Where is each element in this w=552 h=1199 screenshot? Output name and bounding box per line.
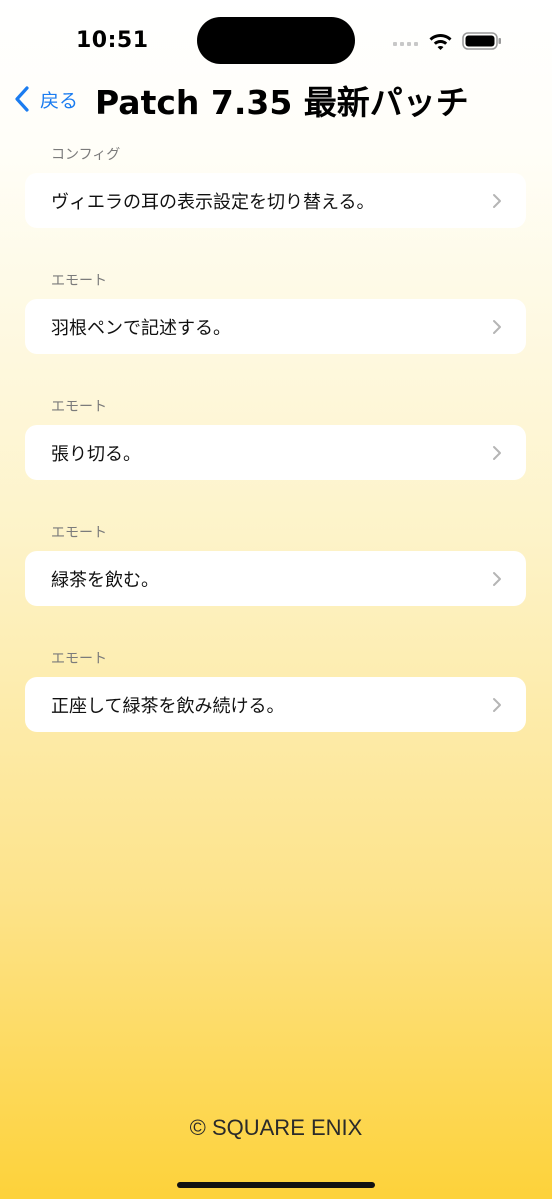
list-item[interactable]: 正座して緑茶を飲み続ける。 [25, 677, 526, 732]
dynamic-island [197, 17, 355, 64]
status-time: 10:51 [76, 28, 149, 53]
back-label: 戻る [40, 89, 79, 112]
chevron-right-icon [493, 445, 501, 460]
section-header: エモート [51, 525, 107, 541]
list-item[interactable]: 張り切る。 [25, 425, 526, 480]
chevron-right-icon [493, 697, 501, 712]
section-emote-4: エモート 正座して緑茶を飲み続ける。 [25, 649, 526, 732]
cellular-signal-icon [393, 42, 418, 46]
wifi-icon [429, 34, 452, 50]
section-emote-3: エモート 緑茶を飲む。 [25, 523, 526, 606]
list-item-label: 張り切る。 [51, 443, 141, 465]
copyright-footer: © SQUARE ENIX [189, 1115, 363, 1140]
section-config: コンフィグ ヴィエラの耳の表示設定を切り替える。 [25, 145, 526, 228]
chevron-right-icon [493, 319, 501, 334]
list-item-label: 正座して緑茶を飲み続ける。 [51, 695, 285, 717]
status-bar: 10:51 [0, 0, 552, 80]
section-header: エモート [51, 273, 107, 289]
chevron-right-icon [493, 193, 501, 208]
section-emote-1: エモート 羽根ペンで記述する。 [25, 271, 526, 354]
home-indicator[interactable] [177, 1182, 375, 1188]
list-item-label: ヴィエラの耳の表示設定を切り替える。 [51, 191, 375, 213]
section-emote-2: エモート 張り切る。 [25, 397, 526, 480]
list-item-label: 緑茶を飲む。 [51, 569, 159, 591]
list-item-label: 羽根ペンで記述する。 [51, 317, 231, 339]
battery-icon [462, 32, 501, 50]
page-title: Patch 7.35 最新パッチ [95, 83, 469, 122]
section-header: コンフィグ [51, 147, 121, 163]
list-item[interactable]: ヴィエラの耳の表示設定を切り替える。 [25, 173, 526, 228]
list-item[interactable]: 羽根ペンで記述する。 [25, 299, 526, 354]
list-item[interactable]: 緑茶を飲む。 [25, 551, 526, 606]
back-button[interactable]: 戻る [14, 82, 78, 116]
chevron-right-icon [493, 571, 501, 586]
chevron-left-icon [15, 86, 29, 112]
section-header: エモート [51, 651, 107, 667]
section-header: エモート [51, 399, 107, 415]
